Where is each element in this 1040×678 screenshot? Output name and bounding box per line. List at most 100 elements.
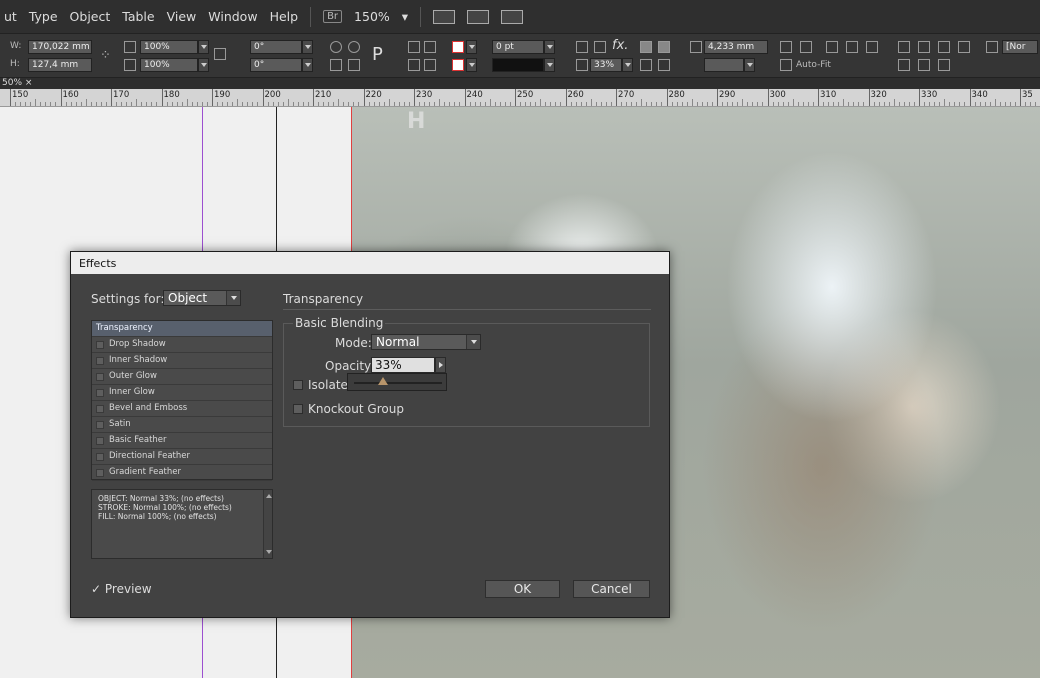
opacity-field[interactable]: 33% (590, 58, 622, 72)
fill-dropdown[interactable] (466, 40, 477, 54)
effect-checkbox[interactable] (96, 356, 104, 365)
distribute-icon[interactable] (958, 41, 970, 53)
constrain-proportions-icon[interactable] (214, 48, 226, 60)
effect-item-transparency[interactable]: Transparency (92, 321, 272, 337)
effect-checkbox[interactable] (96, 372, 104, 381)
opacity-slider-track[interactable] (354, 382, 442, 384)
effect-item-satin[interactable]: Satin (92, 417, 272, 433)
fit-proportionally-icon[interactable] (846, 41, 858, 53)
drop-shadow-icon[interactable] (576, 41, 588, 53)
menu-object[interactable]: Object (70, 9, 111, 24)
effect-checkbox[interactable] (96, 340, 104, 349)
fx-icon[interactable]: fx. (612, 38, 628, 53)
fill-swatch-icon[interactable] (452, 41, 464, 53)
zoom-level[interactable]: 150% (354, 9, 390, 24)
ok-button[interactable]: OK (485, 580, 560, 598)
stroke-weight-field[interactable]: 0 pt (492, 40, 544, 54)
effect-checkbox[interactable] (96, 404, 104, 413)
stroke-dropdown[interactable] (466, 58, 477, 72)
align-top-edges-icon[interactable] (898, 59, 910, 71)
path-p-icon[interactable]: P (372, 44, 383, 65)
center-content-icon[interactable] (866, 41, 878, 53)
align-left-icon[interactable] (898, 41, 910, 53)
scale-y-dropdown[interactable] (198, 58, 209, 72)
effect-checkbox[interactable] (96, 388, 104, 397)
effect-item-inner-glow[interactable]: Inner Glow (92, 385, 272, 401)
stroke-style-dropdown[interactable] (744, 58, 755, 72)
screen-mode-icon[interactable] (467, 9, 490, 24)
effect-checkbox[interactable] (96, 436, 104, 445)
autofit-checkbox[interactable] (780, 59, 792, 71)
text-wrap-icon[interactable] (640, 41, 652, 53)
fit-frame-icon[interactable] (800, 41, 812, 53)
effect-item-inner-shadow[interactable]: Inner Shadow (92, 353, 272, 369)
align-top-icon[interactable] (640, 59, 652, 71)
shear-field[interactable]: 0° (250, 58, 302, 72)
rotation-field[interactable]: 0° (250, 40, 302, 54)
close-tab-icon[interactable]: × (25, 78, 33, 88)
select-content-icon[interactable] (408, 59, 420, 71)
flip-horizontal-icon[interactable] (330, 59, 342, 71)
offset-field[interactable]: 4,233 mm (704, 40, 768, 54)
fill-frame-icon[interactable] (826, 41, 838, 53)
rotate-ccw-icon[interactable] (348, 41, 360, 53)
menu-help[interactable]: Help (270, 9, 299, 24)
effect-item-directional-feather[interactable]: Directional Feather (92, 449, 272, 465)
width-field[interactable]: 170,022 mm (28, 40, 92, 54)
opacity-dropdown[interactable] (622, 58, 633, 72)
effect-checkbox[interactable] (96, 468, 104, 477)
scale-x-field[interactable]: 100% (140, 40, 198, 54)
opacity-slider-toggle[interactable] (435, 357, 446, 373)
effect-item-gradient-feather[interactable]: Gradient Feather (92, 465, 272, 481)
align-vertical-center-icon[interactable] (918, 59, 930, 71)
effects-icon[interactable] (594, 41, 606, 53)
shear-dropdown[interactable] (302, 58, 313, 72)
align-bottom-icon[interactable] (938, 59, 950, 71)
zoom-dropdown-icon[interactable]: ▾ (402, 9, 408, 24)
rotate-cw-icon[interactable] (330, 41, 342, 53)
settings-for-dropdown[interactable]: Object (163, 290, 241, 306)
select-container-icon[interactable] (408, 41, 420, 53)
effect-item-bevel-emboss[interactable]: Bevel and Emboss (92, 401, 272, 417)
dialog-title[interactable]: Effects (71, 252, 669, 274)
effects-summary[interactable]: OBJECT: Normal 33%; (no effects) STROKE:… (91, 489, 273, 559)
text-wrap-bounding-icon[interactable] (658, 41, 670, 53)
knockout-group-checkbox[interactable] (293, 404, 303, 414)
object-style-field[interactable]: [Nor (1002, 40, 1038, 54)
document-tab[interactable]: 50% × (2, 78, 32, 88)
scale-x-dropdown[interactable] (198, 40, 209, 54)
effect-item-outer-glow[interactable]: Outer Glow (92, 369, 272, 385)
stroke-type-dropdown[interactable] (544, 58, 555, 72)
cancel-button[interactable]: Cancel (573, 580, 650, 598)
menu-layout[interactable]: ut (4, 9, 17, 24)
rotation-dropdown[interactable] (302, 40, 313, 54)
effect-item-drop-shadow[interactable]: Drop Shadow (92, 337, 272, 353)
horizontal-ruler[interactable]: 150 160 170 180 190 200 210 220 230 240 250 260 270 2… (0, 89, 1040, 107)
reference-point-icon[interactable]: ⁘ (100, 48, 111, 63)
effect-item-basic-feather[interactable]: Basic Feather (92, 433, 272, 449)
align-right-icon[interactable] (938, 41, 950, 53)
select-previous-icon[interactable] (424, 59, 436, 71)
summary-scrollbar[interactable] (263, 490, 272, 558)
blend-mode-dropdown[interactable]: Normal (371, 334, 481, 350)
fit-content-icon[interactable] (780, 41, 792, 53)
opacity-slider-thumb[interactable] (378, 377, 389, 385)
menu-type[interactable]: Type (29, 9, 58, 24)
stroke-swatch-icon[interactable] (452, 59, 464, 71)
stroke-style-field[interactable] (704, 58, 744, 72)
arrange-documents-icon[interactable] (501, 9, 524, 24)
stroke-type-field[interactable] (492, 58, 544, 72)
scale-y-field[interactable]: 100% (140, 58, 198, 72)
preview-checkbox[interactable]: ✓ Preview (91, 582, 152, 596)
stroke-weight-dropdown[interactable] (544, 40, 555, 54)
isolate-blending-checkbox[interactable] (293, 380, 303, 390)
view-options-icon[interactable] (433, 9, 456, 24)
menu-view[interactable]: View (167, 9, 197, 24)
height-field[interactable]: 127,4 mm (28, 58, 92, 72)
bridge-button[interactable]: Br (323, 10, 343, 23)
effect-checkbox[interactable] (96, 420, 104, 429)
menu-table[interactable]: Table (122, 9, 154, 24)
menu-window[interactable]: Window (208, 9, 257, 24)
align-center-icon[interactable] (658, 59, 670, 71)
opacity-input[interactable]: 33% (371, 357, 435, 373)
